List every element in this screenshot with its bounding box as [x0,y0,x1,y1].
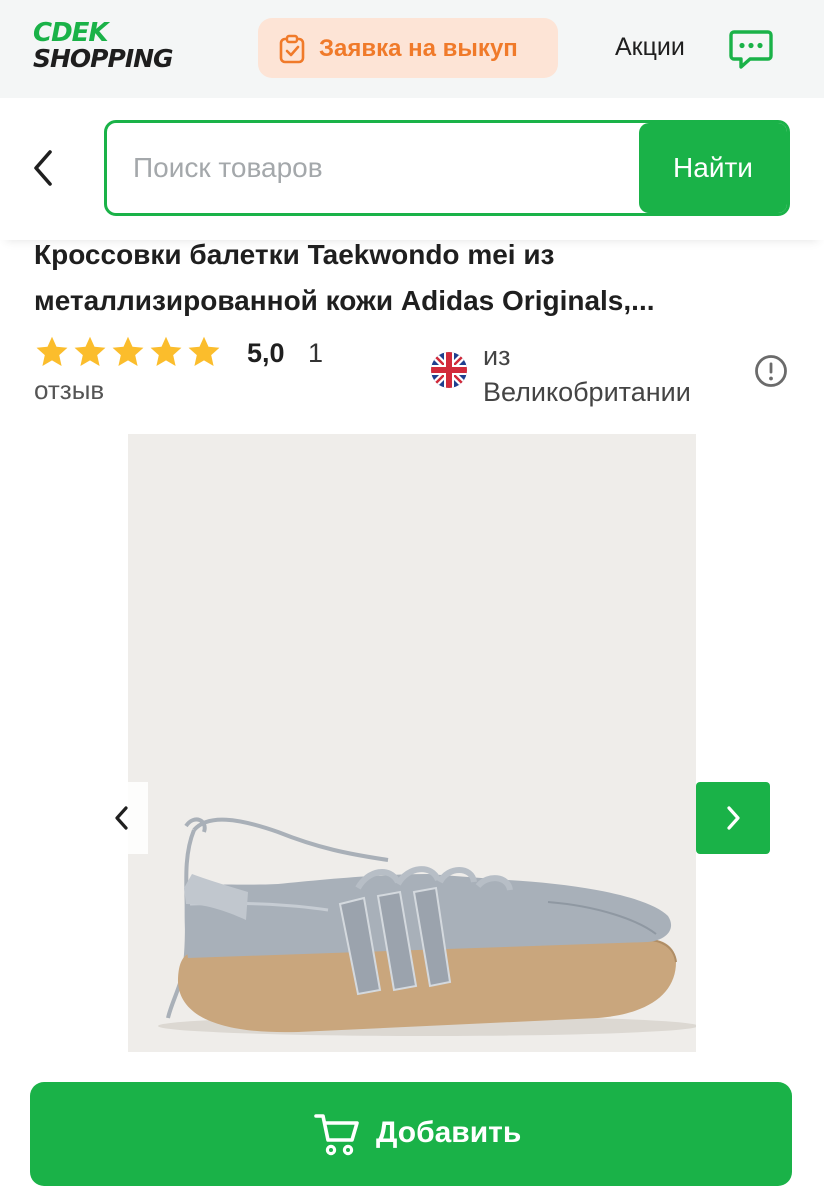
star-icon [74,336,106,366]
star-icon [150,336,182,366]
star-icon [188,336,220,366]
top-header: CDEK SHOPPING Заявка на выкуп Акции [0,0,824,98]
logo-line2: SHOPPING [33,44,174,73]
origin-country: из Великобритании [483,338,691,410]
reviews-word[interactable]: отзыв [34,375,104,406]
star-icon [112,336,144,366]
add-to-cart-button[interactable]: Добавить [30,1082,792,1186]
cart-icon [314,1114,359,1156]
chevron-right-icon [727,806,740,830]
gallery-next-button[interactable] [696,782,770,854]
buyout-label: Заявка на выкуп [319,35,518,62]
clipboard-check-icon [279,34,305,64]
origin-name: Великобритании [483,377,691,407]
info-icon[interactable] [754,354,788,388]
chevron-left-icon [115,806,128,830]
buyout-request-button[interactable]: Заявка на выкуп [258,18,558,78]
shoe-illustration [128,434,696,1052]
cdek-shopping-logo[interactable]: CDEK SHOPPING [33,18,174,78]
product-image[interactable] [128,434,696,1052]
back-arrow-icon[interactable] [28,148,58,188]
bottom-bar: Добавить [0,1064,824,1200]
logo-line1: CDEK [33,18,109,48]
rating-stars[interactable] [34,334,222,370]
star-icon [36,336,68,366]
search-box: Найти [104,120,790,216]
chat-support-icon[interactable] [728,26,774,72]
search-button[interactable]: Найти [639,123,787,213]
origin-prefix: из [483,341,511,371]
product-title: Кроссовки балетки Taekwondo mei из метал… [34,239,655,316]
promos-link[interactable]: Акции [615,33,685,62]
reviews-count[interactable]: 1 [308,338,323,369]
rating-value: 5,0 [247,338,285,368]
search-row: Найти [0,98,824,240]
gallery-prev-button[interactable] [96,782,148,854]
uk-flag-icon [431,352,467,388]
add-to-cart-label: Добавить [376,1116,522,1149]
search-input[interactable] [107,123,643,213]
